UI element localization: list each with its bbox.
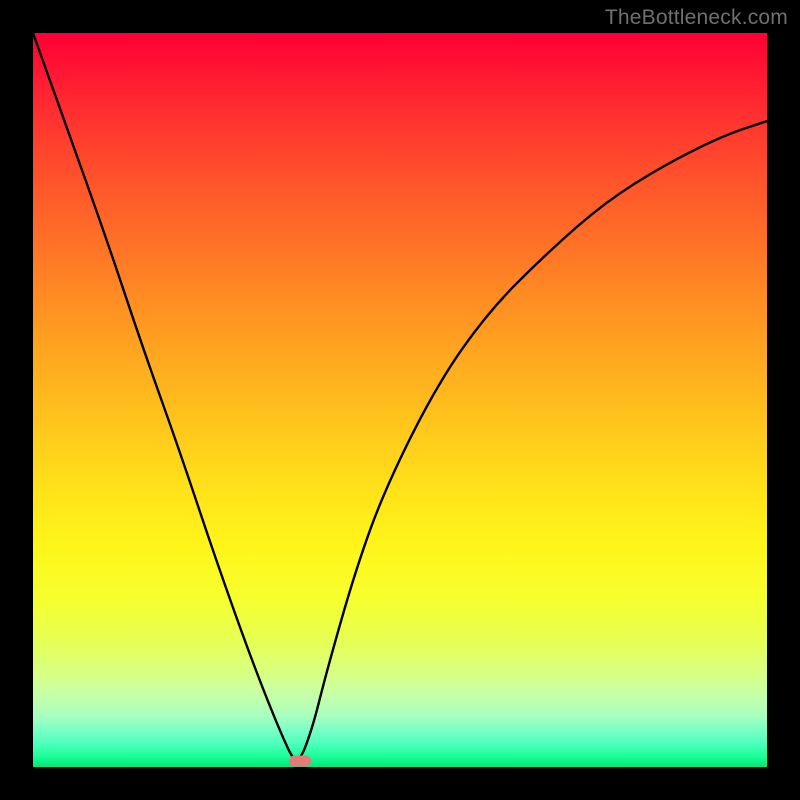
watermark-text: TheBottleneck.com <box>605 6 788 30</box>
bottleneck-curve <box>33 33 767 767</box>
plot-area <box>33 33 767 767</box>
chart-frame: TheBottleneck.com <box>0 0 800 800</box>
optimal-marker <box>289 756 311 767</box>
